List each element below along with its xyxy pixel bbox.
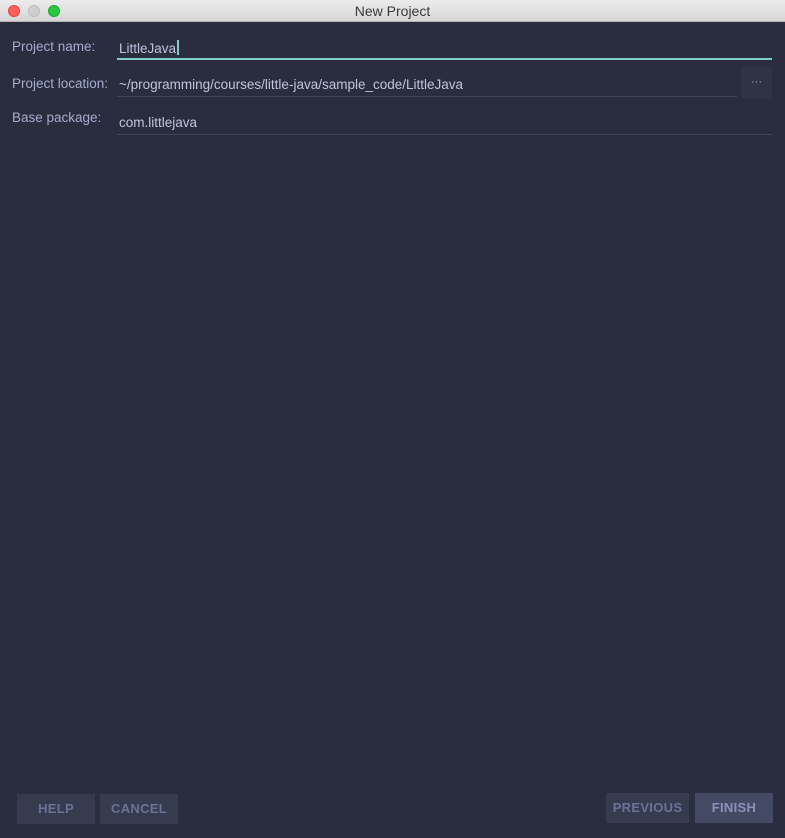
base-package-input[interactable]: com.littlejava xyxy=(117,109,772,135)
project-name-value: LittleJava xyxy=(119,41,177,56)
browse-location-button[interactable]: ··· xyxy=(741,67,772,99)
ellipsis-icon: ··· xyxy=(751,76,762,88)
project-location-input[interactable]: ~/programming/courses/little-java/sample… xyxy=(117,71,737,97)
project-name-input[interactable]: LittleJava xyxy=(117,34,772,60)
project-location-value: ~/programming/courses/little-java/sample… xyxy=(119,77,464,92)
project-name-label: Project name: xyxy=(12,39,96,54)
text-caret xyxy=(177,40,179,55)
cancel-button[interactable]: CANCEL xyxy=(100,794,178,824)
window-title: New Project xyxy=(354,3,431,19)
help-button[interactable]: HELP xyxy=(17,794,95,824)
project-location-label: Project location: xyxy=(12,76,109,91)
finish-button[interactable]: FINISH xyxy=(695,793,773,823)
base-package-value: com.littlejava xyxy=(119,115,198,130)
new-project-dialog: New Project Project name: LittleJava Pro… xyxy=(0,0,785,838)
previous-button[interactable]: PREVIOUS xyxy=(606,793,689,823)
title-bar: New Project xyxy=(0,0,785,22)
base-package-label: Base package: xyxy=(12,110,102,125)
